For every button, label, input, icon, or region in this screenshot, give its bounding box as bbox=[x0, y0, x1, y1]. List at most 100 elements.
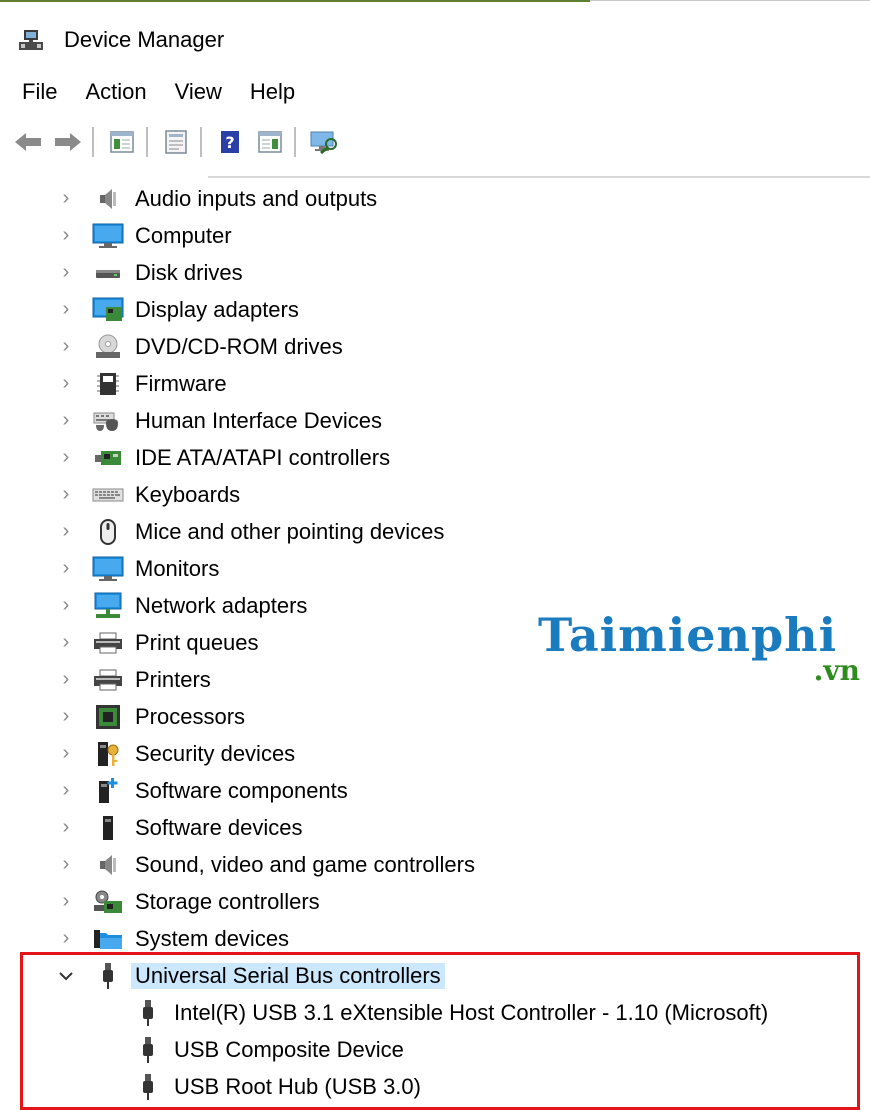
tree-item-computer[interactable]: › Computer bbox=[0, 217, 870, 254]
tree-item-software-devices[interactable]: › Software devices bbox=[0, 809, 870, 846]
folder-icon bbox=[92, 925, 124, 953]
tree-item-label: Intel(R) USB 3.1 eXtensible Host Control… bbox=[174, 999, 769, 1025]
tree-item-human-interface-devices[interactable]: › Human Interface Devices bbox=[0, 402, 870, 439]
tree-item-label: Computer bbox=[135, 222, 232, 248]
back-icon bbox=[15, 133, 41, 151]
toolbar-separator bbox=[92, 127, 94, 157]
title-bar: Device Manager bbox=[0, 18, 870, 62]
chevron-right-icon[interactable]: › bbox=[58, 557, 74, 579]
tree-item-system-devices[interactable]: › System devices bbox=[0, 920, 870, 957]
chevron-right-icon[interactable]: › bbox=[58, 187, 74, 209]
menu-action[interactable]: Action bbox=[71, 79, 160, 105]
tree-item-label: Processors bbox=[135, 703, 246, 729]
chevron-right-icon[interactable]: › bbox=[58, 298, 74, 320]
show-hide-console-tree-button[interactable] bbox=[104, 125, 140, 159]
tree-item-security-devices[interactable]: › Security devices bbox=[0, 735, 870, 772]
tree-item-software-components[interactable]: › Software components bbox=[0, 772, 870, 809]
chevron-right-icon[interactable]: › bbox=[58, 742, 74, 764]
tree-item-label: Software components bbox=[135, 777, 348, 803]
firmware-chip-icon bbox=[92, 370, 124, 398]
chevron-right-icon[interactable]: › bbox=[58, 446, 74, 468]
back-button[interactable] bbox=[10, 125, 46, 159]
tree-item-label: Security devices bbox=[135, 740, 296, 766]
watermark-main-text: Taimienphi bbox=[538, 608, 838, 662]
pane-divider bbox=[208, 176, 870, 178]
tree-item-label: Audio inputs and outputs bbox=[135, 185, 378, 211]
chevron-right-icon[interactable]: › bbox=[58, 816, 74, 838]
device-manager-app-icon bbox=[18, 27, 44, 53]
security-device-icon bbox=[92, 740, 124, 768]
window-top-edge bbox=[0, 0, 870, 3]
tree-item-usb-composite-device[interactable]: USB Composite Device bbox=[0, 1031, 870, 1068]
chevron-right-icon[interactable]: › bbox=[58, 520, 74, 542]
tree-item-audio-inputs-outputs[interactable]: › Audio inputs and outputs bbox=[0, 180, 870, 217]
help-button[interactable]: ? bbox=[212, 125, 248, 159]
chevron-right-icon[interactable]: › bbox=[58, 372, 74, 394]
disk-drive-icon bbox=[92, 259, 124, 287]
properties-button[interactable] bbox=[158, 125, 194, 159]
chevron-right-icon[interactable]: › bbox=[58, 335, 74, 357]
tree-item-usb-controllers[interactable]: Universal Serial Bus controllers bbox=[0, 957, 870, 994]
tree-item-label: Keyboards bbox=[135, 481, 241, 507]
chevron-right-icon[interactable]: › bbox=[58, 668, 74, 690]
chevron-right-icon[interactable]: › bbox=[58, 224, 74, 246]
tree-item-label: Print queues bbox=[135, 629, 259, 655]
computer-icon bbox=[92, 222, 124, 250]
tree-item-storage-controllers[interactable]: › Storage controllers bbox=[0, 883, 870, 920]
help-icon: ? bbox=[221, 131, 239, 153]
toolbar-separator bbox=[146, 127, 148, 157]
chevron-right-icon[interactable]: › bbox=[58, 779, 74, 801]
chevron-right-icon[interactable]: › bbox=[58, 853, 74, 875]
scan-hardware-icon bbox=[310, 131, 337, 154]
tree-item-keyboards[interactable]: › Keyboards bbox=[0, 476, 870, 513]
tree-item-label: USB Root Hub (USB 3.0) bbox=[174, 1073, 421, 1099]
tree-item-label: System devices bbox=[135, 925, 290, 951]
tree-item-dvd-cd-rom-drives[interactable]: › DVD/CD-ROM drives bbox=[0, 328, 870, 365]
tree-item-label: Human Interface Devices bbox=[135, 407, 382, 433]
usb-icon bbox=[92, 962, 124, 990]
display-adapter-icon bbox=[92, 296, 124, 324]
show-action-pane-button[interactable] bbox=[252, 125, 288, 159]
speaker-icon bbox=[92, 851, 124, 879]
chevron-right-icon[interactable]: › bbox=[58, 890, 74, 912]
chevron-right-icon[interactable]: › bbox=[58, 927, 74, 949]
tree-item-label: Disk drives bbox=[135, 259, 243, 285]
chevron-right-icon[interactable]: › bbox=[58, 483, 74, 505]
properties-icon bbox=[165, 130, 187, 154]
chevron-right-icon[interactable]: › bbox=[58, 261, 74, 283]
show-action-pane-icon bbox=[258, 131, 282, 153]
usb-icon bbox=[132, 1036, 164, 1064]
scan-hardware-button[interactable] bbox=[306, 125, 342, 159]
tree-item-monitors[interactable]: › Monitors bbox=[0, 550, 870, 587]
tree-item-sound-video-game-controllers[interactable]: › Sound, video and game controllers bbox=[0, 846, 870, 883]
toolbar-separator bbox=[294, 127, 296, 157]
menu-help[interactable]: Help bbox=[236, 79, 309, 105]
tree-item-firmware[interactable]: › Firmware bbox=[0, 365, 870, 402]
tree-item-usb-root-hub[interactable]: USB Root Hub (USB 3.0) bbox=[0, 1068, 870, 1105]
tree-item-label: DVD/CD-ROM drives bbox=[135, 333, 343, 359]
usb-icon bbox=[132, 1073, 164, 1101]
menu-view[interactable]: View bbox=[161, 79, 236, 105]
tree-item-ide-ata-atapi-controllers[interactable]: › IDE ATA/ATAPI controllers bbox=[0, 439, 870, 476]
chevron-right-icon[interactable]: › bbox=[58, 594, 74, 616]
chevron-right-icon[interactable]: › bbox=[58, 705, 74, 727]
forward-button[interactable] bbox=[50, 125, 86, 159]
printer-icon bbox=[92, 629, 124, 657]
tree-item-disk-drives[interactable]: › Disk drives bbox=[0, 254, 870, 291]
menu-file[interactable]: File bbox=[0, 79, 71, 105]
tree-item-display-adapters[interactable]: › Display adapters bbox=[0, 291, 870, 328]
tree-item-label: Firmware bbox=[135, 370, 227, 396]
tree-item-label: Printers bbox=[135, 666, 211, 692]
chevron-right-icon[interactable]: › bbox=[58, 631, 74, 653]
show-hide-console-tree-icon bbox=[110, 131, 134, 153]
tree-item-usb-host-controller[interactable]: Intel(R) USB 3.1 eXtensible Host Control… bbox=[0, 994, 870, 1031]
tree-item-label: Monitors bbox=[135, 555, 220, 581]
tree-item-mice[interactable]: › Mice and other pointing devices bbox=[0, 513, 870, 550]
tree-item-processors[interactable]: › Processors bbox=[0, 698, 870, 735]
software-component-icon bbox=[92, 777, 124, 805]
tree-item-label: Mice and other pointing devices bbox=[135, 518, 445, 544]
chevron-down-icon[interactable] bbox=[58, 968, 74, 984]
menu-bar: File Action View Help bbox=[0, 72, 870, 112]
chevron-right-icon[interactable]: › bbox=[58, 409, 74, 431]
tree-item-label: IDE ATA/ATAPI controllers bbox=[135, 444, 391, 470]
